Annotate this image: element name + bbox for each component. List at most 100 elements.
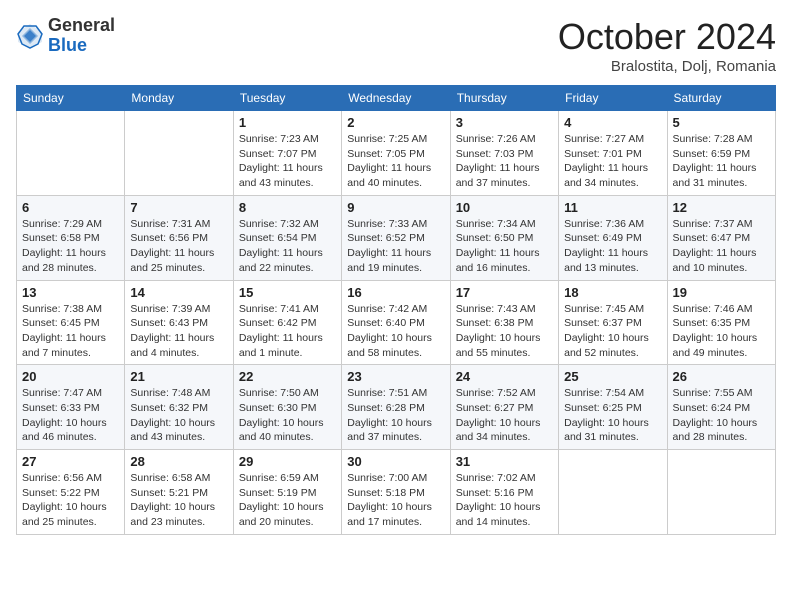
calendar-cell: [667, 450, 775, 535]
day-number: 29: [239, 454, 336, 469]
day-number: 28: [130, 454, 227, 469]
day-info: Sunrise: 7:55 AM Sunset: 6:24 PM Dayligh…: [673, 386, 770, 445]
header-monday: Monday: [125, 86, 233, 111]
day-info: Sunrise: 7:38 AM Sunset: 6:45 PM Dayligh…: [22, 302, 119, 361]
calendar-cell: 17 Sunrise: 7:43 AM Sunset: 6:38 PM Dayli…: [450, 280, 558, 365]
day-info: Sunrise: 7:00 AM Sunset: 5:18 PM Dayligh…: [347, 471, 444, 530]
day-info: Sunrise: 7:25 AM Sunset: 7:05 PM Dayligh…: [347, 132, 444, 191]
day-info: Sunrise: 7:02 AM Sunset: 5:16 PM Dayligh…: [456, 471, 553, 530]
calendar-header-row: Sunday Monday Tuesday Wednesday Thursday…: [17, 86, 776, 111]
calendar-cell: 5Sunrise: 7:28 AM Sunset: 6:59 PM Daylig…: [667, 111, 775, 196]
calendar-cell: 16 Sunrise: 7:42 AM Sunset: 6:40 PM Dayli…: [342, 280, 450, 365]
day-info: Sunrise: 6:58 AM Sunset: 5:21 PM Dayligh…: [130, 471, 227, 530]
calendar-cell: 10 Sunrise: 7:34 AM Sunset: 6:50 PM Dayli…: [450, 195, 558, 280]
calendar-cell: 1Sunrise: 7:23 AM Sunset: 7:07 PM Daylig…: [233, 111, 341, 196]
calendar-cell: 24 Sunrise: 7:52 AM Sunset: 6:27 PM Dayli…: [450, 365, 558, 450]
day-info: Sunrise: 7:39 AM Sunset: 6:43 PM Dayligh…: [130, 302, 227, 361]
calendar-week-2: 6 Sunrise: 7:29 AM Sunset: 6:58 PM Daylig…: [17, 195, 776, 280]
title-block: October 2024 Bralostita, Dolj, Romania: [558, 16, 776, 75]
day-number: 10: [456, 200, 553, 215]
day-info: Sunrise: 7:46 AM Sunset: 6:35 PM Dayligh…: [673, 302, 770, 361]
day-info: Sunrise: 7:54 AM Sunset: 6:25 PM Dayligh…: [564, 386, 661, 445]
day-info: Sunrise: 7:43 AM Sunset: 6:38 PM Dayligh…: [456, 302, 553, 361]
day-number: 1: [239, 115, 336, 130]
header-friday: Friday: [559, 86, 667, 111]
calendar-cell: 2 Sunrise: 7:25 AM Sunset: 7:05 PM Daylig…: [342, 111, 450, 196]
calendar-cell: [559, 450, 667, 535]
calendar-cell: 19 Sunrise: 7:46 AM Sunset: 6:35 PM Dayli…: [667, 280, 775, 365]
day-info: Sunrise: 6:56 AM Sunset: 5:22 PM Dayligh…: [22, 471, 119, 530]
day-number: 12: [673, 200, 770, 215]
day-info: Sunrise: 7:48 AM Sunset: 6:32 PM Dayligh…: [130, 386, 227, 445]
day-number: 7: [130, 200, 227, 215]
calendar-cell: 11Sunrise: 7:36 AM Sunset: 6:49 PM Dayli…: [559, 195, 667, 280]
day-number: 11: [564, 200, 661, 215]
logo-icon: [16, 22, 44, 50]
calendar-cell: 6 Sunrise: 7:29 AM Sunset: 6:58 PM Daylig…: [17, 195, 125, 280]
month-title: October 2024: [558, 16, 776, 58]
day-info: Sunrise: 7:28 AM Sunset: 6:59 PM Dayligh…: [673, 132, 770, 191]
day-info: Sunrise: 7:47 AM Sunset: 6:33 PM Dayligh…: [22, 386, 119, 445]
header-sunday: Sunday: [17, 86, 125, 111]
day-number: 15: [239, 285, 336, 300]
day-info: Sunrise: 7:32 AM Sunset: 6:54 PM Dayligh…: [239, 217, 336, 276]
calendar-cell: 4 Sunrise: 7:27 AM Sunset: 7:01 PM Daylig…: [559, 111, 667, 196]
calendar-week-1: 1Sunrise: 7:23 AM Sunset: 7:07 PM Daylig…: [17, 111, 776, 196]
calendar-cell: 15 Sunrise: 7:41 AM Sunset: 6:42 PM Dayli…: [233, 280, 341, 365]
day-info: Sunrise: 7:41 AM Sunset: 6:42 PM Dayligh…: [239, 302, 336, 361]
day-number: 31: [456, 454, 553, 469]
day-info: Sunrise: 7:31 AM Sunset: 6:56 PM Dayligh…: [130, 217, 227, 276]
day-number: 24: [456, 369, 553, 384]
calendar-cell: 25 Sunrise: 7:54 AM Sunset: 6:25 PM Dayli…: [559, 365, 667, 450]
day-number: 26: [673, 369, 770, 384]
day-number: 16: [347, 285, 444, 300]
day-info: Sunrise: 7:33 AM Sunset: 6:52 PM Dayligh…: [347, 217, 444, 276]
calendar-cell: 30 Sunrise: 7:00 AM Sunset: 5:18 PM Dayli…: [342, 450, 450, 535]
day-info: Sunrise: 7:45 AM Sunset: 6:37 PM Dayligh…: [564, 302, 661, 361]
day-info: Sunrise: 7:42 AM Sunset: 6:40 PM Dayligh…: [347, 302, 444, 361]
calendar-cell: 9 Sunrise: 7:33 AM Sunset: 6:52 PM Daylig…: [342, 195, 450, 280]
calendar-cell: 22 Sunrise: 7:50 AM Sunset: 6:30 PM Dayli…: [233, 365, 341, 450]
day-number: 27: [22, 454, 119, 469]
calendar-cell: 18 Sunrise: 7:45 AM Sunset: 6:37 PM Dayli…: [559, 280, 667, 365]
day-number: 25: [564, 369, 661, 384]
day-number: 13: [22, 285, 119, 300]
day-number: 30: [347, 454, 444, 469]
header-thursday: Thursday: [450, 86, 558, 111]
day-info: Sunrise: 7:26 AM Sunset: 7:03 PM Dayligh…: [456, 132, 553, 191]
day-number: 8: [239, 200, 336, 215]
header-wednesday: Wednesday: [342, 86, 450, 111]
calendar-cell: [125, 111, 233, 196]
day-number: 6: [22, 200, 119, 215]
day-info: Sunrise: 7:52 AM Sunset: 6:27 PM Dayligh…: [456, 386, 553, 445]
calendar-week-4: 20 Sunrise: 7:47 AM Sunset: 6:33 PM Dayli…: [17, 365, 776, 450]
calendar-week-3: 13 Sunrise: 7:38 AM Sunset: 6:45 PM Dayli…: [17, 280, 776, 365]
day-info: Sunrise: 7:37 AM Sunset: 6:47 PM Dayligh…: [673, 217, 770, 276]
day-number: 19: [673, 285, 770, 300]
day-number: 20: [22, 369, 119, 384]
calendar-cell: 28 Sunrise: 6:58 AM Sunset: 5:21 PM Dayli…: [125, 450, 233, 535]
day-number: 18: [564, 285, 661, 300]
calendar-cell: 3Sunrise: 7:26 AM Sunset: 7:03 PM Daylig…: [450, 111, 558, 196]
day-number: 22: [239, 369, 336, 384]
logo: General Blue: [16, 16, 115, 56]
calendar-cell: 31 Sunrise: 7:02 AM Sunset: 5:16 PM Dayli…: [450, 450, 558, 535]
day-number: 17: [456, 285, 553, 300]
calendar-cell: 20 Sunrise: 7:47 AM Sunset: 6:33 PM Dayli…: [17, 365, 125, 450]
day-number: 4: [564, 115, 661, 130]
day-number: 21: [130, 369, 227, 384]
day-info: Sunrise: 7:50 AM Sunset: 6:30 PM Dayligh…: [239, 386, 336, 445]
day-number: 2: [347, 115, 444, 130]
day-info: Sunrise: 7:29 AM Sunset: 6:58 PM Dayligh…: [22, 217, 119, 276]
day-info: Sunrise: 7:27 AM Sunset: 7:01 PM Dayligh…: [564, 132, 661, 191]
calendar-cell: [17, 111, 125, 196]
day-number: 9: [347, 200, 444, 215]
day-info: Sunrise: 6:59 AM Sunset: 5:19 PM Dayligh…: [239, 471, 336, 530]
calendar-cell: 7 Sunrise: 7:31 AM Sunset: 6:56 PM Daylig…: [125, 195, 233, 280]
calendar-cell: 13 Sunrise: 7:38 AM Sunset: 6:45 PM Dayli…: [17, 280, 125, 365]
calendar-cell: 14 Sunrise: 7:39 AM Sunset: 6:43 PM Dayli…: [125, 280, 233, 365]
calendar-cell: 12 Sunrise: 7:37 AM Sunset: 6:47 PM Dayli…: [667, 195, 775, 280]
day-info: Sunrise: 7:34 AM Sunset: 6:50 PM Dayligh…: [456, 217, 553, 276]
day-number: 23: [347, 369, 444, 384]
day-number: 14: [130, 285, 227, 300]
